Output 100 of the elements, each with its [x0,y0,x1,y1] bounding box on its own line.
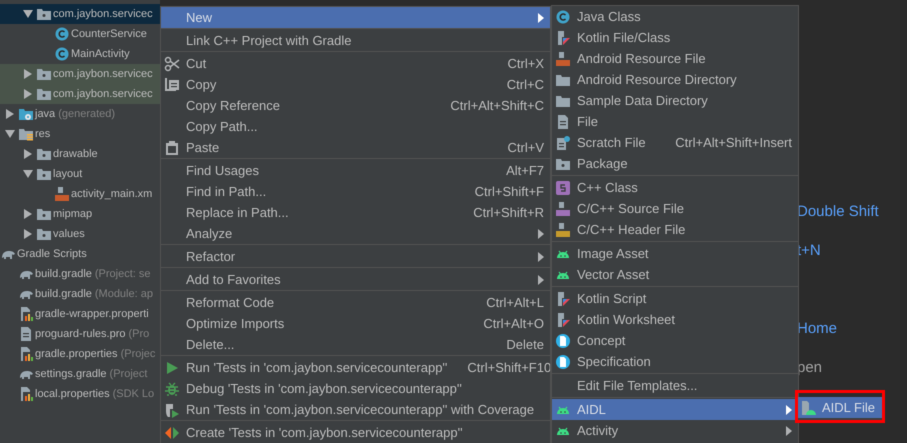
menu-item[interactable]: Image Asset [552,243,798,264]
document-icon [18,326,34,342]
tree-row[interactable]: build.gradle (Module: ap [0,284,160,304]
menu-item[interactable]: Cut Ctrl+X [161,53,550,74]
menu-item[interactable]: File [552,111,798,132]
tree-detail: (Module: ap [94,288,153,300]
menu-item[interactable]: Optimize Imports Ctrl+Alt+O [161,313,550,334]
menu-item[interactable]: Package [552,153,798,174]
collapsed-arrow-icon[interactable] [23,229,33,239]
tree-label: build.gradle [35,268,92,280]
menu-item[interactable]: AIDL [552,399,798,420]
circle-icon [54,46,70,62]
shortcut-label: Ctrl+Alt+L [486,295,544,310]
menu-item[interactable]: Concept [552,330,798,351]
tree-row[interactable]: com.jaybon.servicec [0,4,160,24]
shortcut-label: Delete [506,337,544,352]
tree-row[interactable]: java (generated) [0,104,160,124]
chart-file-icon [18,386,34,402]
menu-item[interactable]: Copy Path... [161,116,550,137]
menu-item[interactable]: Refactor [161,246,550,267]
tree-row[interactable]: proguard-rules.pro (Pro [0,324,160,344]
tree-row[interactable]: gradle-wrapper.properti [0,304,160,324]
menu-item[interactable]: Android Resource Directory [552,69,798,90]
tree-row[interactable]: values [0,224,160,244]
menu-item[interactable]: Android Resource File [552,48,798,69]
menu-item[interactable]: Replace in Path... Ctrl+Shift+R [161,202,550,223]
bug-icon [164,380,180,396]
tree-row[interactable]: mipmap [0,204,160,224]
tree-row[interactable]: drawable [0,144,160,164]
menu-item[interactable]: C/C++ Source File [552,198,798,219]
collapsed-arrow-icon[interactable] [23,209,33,219]
collapsed-arrow-icon[interactable] [23,149,33,159]
folder-lines-icon [18,126,34,142]
file-icon [555,200,571,216]
tree-row[interactable]: gradle.properties (Projec [0,344,160,364]
expanded-arrow-icon[interactable] [5,129,15,139]
tree-row[interactable]: com.jaybon.servicec [0,84,160,104]
tree-row[interactable]: layout [0,164,160,184]
scissors-icon [164,56,180,72]
menu-item[interactable]: Activity [552,420,798,441]
menu-item[interactable]: Debug 'Tests in 'com.jaybon.servicecounterapp'' [161,378,550,399]
menu-item[interactable]: Scratch File Ctrl+Alt+Shift+Insert [552,132,798,153]
menu-item[interactable]: Reformat Code Ctrl+Alt+L [161,292,550,313]
document-circle-icon [555,354,571,370]
file-icon [555,50,571,66]
shortcut-label: Ctrl+Alt+Shift+Insert [675,135,792,150]
folder-icon [36,86,52,102]
tree-detail: (Project: se [94,268,151,280]
tree-row[interactable]: build.gradle (Project: se [0,264,160,284]
menu-item[interactable]: Java Class [552,6,798,27]
expanded-arrow-icon[interactable] [23,9,33,19]
shortcut-label: Ctrl+Alt+Shift+C [450,98,544,113]
menu-item[interactable]: AIDL File [797,397,883,418]
menu-item[interactable]: Specification [552,351,798,372]
tree-row[interactable]: res [0,124,160,144]
tree-label: layout [53,168,82,180]
tree-row[interactable]: com.jaybon.servicec [0,64,160,84]
tree-row[interactable]: settings.gradle (Project [0,364,160,384]
menu-item[interactable]: Copy Reference Ctrl+Alt+Shift+C [161,95,550,116]
menu-item[interactable]: Find in Path... Ctrl+Shift+F [161,181,550,202]
expanded-arrow-icon[interactable] [23,169,33,179]
tree-label: res [35,128,50,140]
tree-row[interactable]: CounterService [0,24,160,44]
menu-item[interactable]: Delete... Delete [161,334,550,355]
tree-row[interactable]: MainActivity [0,44,160,64]
kotlin-file-icon [555,290,571,306]
menu-item[interactable]: Sample Data Directory [552,90,798,111]
menu-item[interactable]: Find Usages Alt+F7 [161,160,550,181]
tree-detail: (Pro [128,328,150,340]
menu-item[interactable]: Kotlin File/Class [552,27,798,48]
menu-item[interactable]: C++ Class [552,177,798,198]
tree-label: com.jaybon.servicec [53,8,153,20]
tree-row[interactable]: local.properties (SDK Lo [0,384,160,404]
tree-row[interactable]: Gradle Scripts [0,244,160,264]
document-circle-icon [555,332,571,348]
menu-item[interactable]: Edit File Templates... [552,375,798,396]
collapsed-arrow-icon[interactable] [5,109,15,119]
menu-item[interactable]: Create 'Tests in 'com.jaybon.servicecounterapp'' [161,422,550,443]
document-icon [555,134,571,150]
tree-label: MainActivity [71,48,130,60]
menu-item[interactable]: Link C++ Project with Gradle [161,30,550,51]
tree-label: com.jaybon.servicec [53,88,153,100]
menu-item[interactable]: Analyze [161,223,550,244]
tree-label: gradle-wrapper.properti [35,308,149,320]
menu-item[interactable]: Add to Favorites [161,269,550,290]
menu-item[interactable]: Kotlin Script [552,288,798,309]
menu-item[interactable]: C/C++ Header File [552,219,798,240]
menu-item[interactable]: Copy Ctrl+C [161,74,550,95]
folder-icon [36,6,52,22]
menu-item[interactable]: Paste Ctrl+V [161,137,550,158]
menu-item[interactable]: New [161,7,550,28]
collapsed-arrow-icon[interactable] [23,89,33,99]
menu-item[interactable]: Run 'Tests in 'com.jaybon.servicecounterapp'' with Coverage [161,399,550,420]
tree-row[interactable]: activity_main.xm [0,184,160,204]
tree-label: values [53,228,85,240]
collapsed-arrow-icon[interactable] [23,69,33,79]
shortcut-label: Ctrl+Shift+F [474,184,544,199]
menu-item[interactable]: Vector Asset [552,264,798,285]
menu-item[interactable]: Kotlin Worksheet [552,309,798,330]
chart-file-icon [18,306,34,322]
